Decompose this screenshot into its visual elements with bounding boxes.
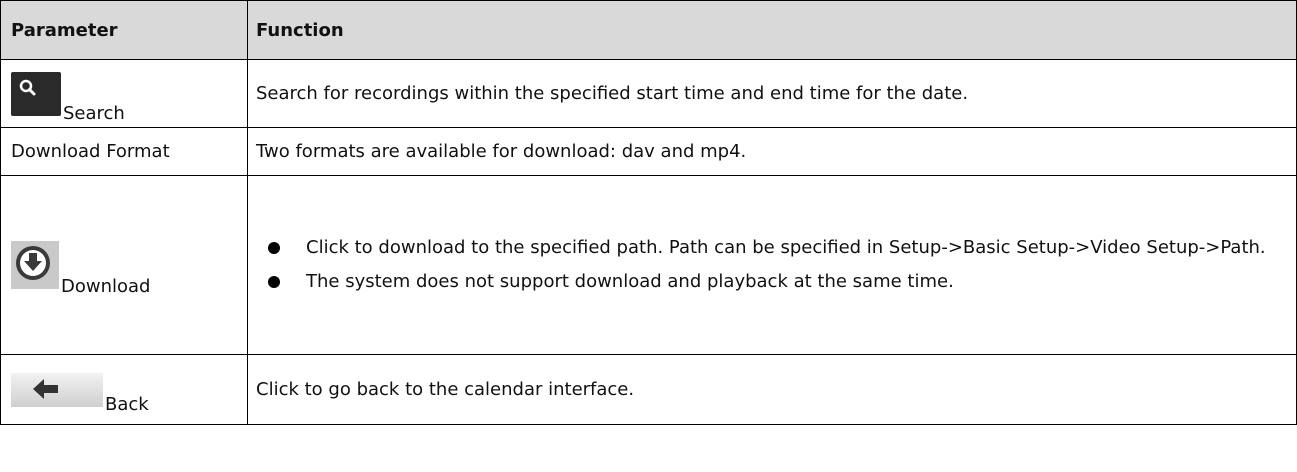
param-label-back: Back [105, 393, 149, 415]
function-search: Search for recordings within the specifi… [247, 59, 1297, 128]
header-function: Function [247, 0, 1297, 60]
param-cell-search: Search [0, 59, 248, 128]
list-item: The system does not support download and… [256, 268, 1266, 296]
param-label-download-format: Download Format [0, 127, 248, 176]
bullet-dot [268, 276, 280, 288]
table-header-row: Parameter Function [0, 0, 1297, 60]
bullet-dot [268, 242, 280, 254]
parameter-function-table: Parameter Function Search Search for rec… [0, 0, 1297, 425]
header-parameter: Parameter [0, 0, 248, 60]
back-arrow-icon[interactable] [11, 372, 103, 407]
function-download-format: Two formats are available for download: … [247, 127, 1297, 176]
param-cell-back: Back [0, 354, 248, 425]
download-bullet-list: Click to download to the specified path.… [256, 234, 1266, 296]
table-row-download: Download Click to download to the specif… [0, 175, 1297, 355]
function-back: Click to go back to the calendar interfa… [247, 354, 1297, 425]
bullet-text: The system does not support download and… [306, 271, 954, 292]
bullet-text: Click to download to the specified path.… [306, 237, 1266, 258]
table-row-search: Search Search for recordings within the … [0, 59, 1297, 128]
search-icon[interactable] [11, 71, 61, 116]
param-cell-download: Download [0, 175, 248, 355]
table-row-download-format: Download Format Two formats are availabl… [0, 127, 1297, 176]
function-download: Click to download to the specified path.… [247, 175, 1297, 355]
download-icon[interactable] [11, 241, 59, 289]
list-item: Click to download to the specified path.… [256, 234, 1266, 262]
table-row-back: Back Click to go back to the calendar in… [0, 354, 1297, 425]
param-label-download: Download [61, 276, 151, 297]
param-label-search: Search [63, 102, 125, 124]
